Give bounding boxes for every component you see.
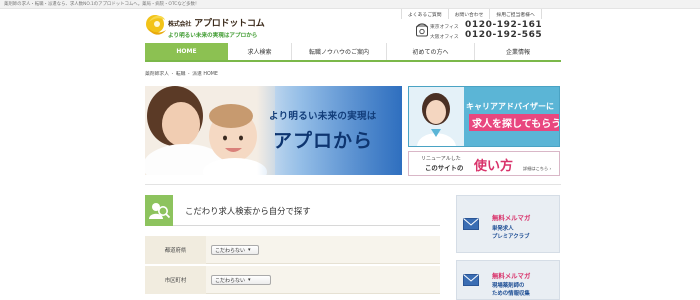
howto-details-link[interactable]: 詳細はこちら › (523, 166, 551, 172)
newsletter-line2: プレミアクラブ (492, 234, 530, 240)
nav-item-company-info[interactable]: 企業情報 (475, 43, 561, 60)
mail-icon (463, 218, 479, 230)
prefecture-select[interactable]: こだわらない ▾ (211, 245, 259, 255)
newsletter-banner[interactable]: 無料メルマガ 現場薬剤師の ための情報収集 (456, 260, 560, 300)
newsletter-line2: ための情報収集 (492, 291, 530, 297)
nav-item-career-knowhow[interactable]: 転職ノウハウのご案内 (292, 43, 387, 60)
hero-banner[interactable]: より明るい未来の実現は アプロから (145, 86, 402, 175)
office-label: 東京オフィス (430, 25, 459, 30)
breadcrumb-item[interactable]: 薬剤師求人 (145, 72, 169, 77)
nav-item-first-time[interactable]: 初めての方へ (387, 43, 475, 60)
phone-contacts: 東京オフィス 0120-192-161 大阪オフィス 0120-192-565 (416, 20, 560, 42)
nav-item-job-search[interactable]: 求人検索 (228, 43, 292, 60)
prefecture-label: 都道府県 (145, 236, 206, 264)
site-logo[interactable]: 株式会社 アプロドットコム より明るい未来の実現はアプロから (145, 12, 265, 40)
search-badge (145, 195, 173, 226)
chevron-down-icon: ▾ (248, 247, 251, 253)
phone-row-osaka: 大阪オフィス 0120-192-565 (430, 30, 560, 41)
header-link-contact[interactable]: お問い合わせ (449, 9, 491, 19)
career-advisor-banner[interactable]: キャリアアドバイザーに 求人を探してもらう (408, 86, 560, 147)
logo-name: 株式会社 アプロドットコム (168, 16, 265, 29)
hero-brand-line: アプロから (273, 130, 374, 152)
search-people-icon (149, 203, 171, 219)
top-info-text: 薬剤師の求人・転職・派遣なら、求人数NO.1のアプロドットコムへ。薬局・病院・O… (4, 2, 200, 7)
breadcrumb: 薬剤師求人・転職・派遣 HOME (145, 72, 218, 77)
telephone-icon (416, 23, 428, 37)
logo-company-name: アプロドットコム (194, 19, 265, 29)
hero-photo (145, 86, 275, 175)
phone-number[interactable]: 0120-192-161 (465, 20, 542, 30)
how-to-use-banner[interactable]: リニューアルした このサイトの 使い方 詳細はこちら › (408, 151, 560, 176)
advisor-photo (409, 87, 464, 146)
hero-headline: より明るい未来の実現は (269, 111, 377, 122)
mail-icon (463, 274, 479, 286)
nav-item-home[interactable]: HOME (145, 43, 228, 60)
phone-number[interactable]: 0120-192-565 (465, 30, 542, 40)
howto-site-label: このサイトの (425, 164, 464, 172)
newsletter-tag: 無料メルマガ (492, 214, 531, 222)
section-divider (145, 184, 561, 185)
newsletter-line1: 現場薬剤師の (492, 283, 525, 289)
city-label: 市区町村 (145, 266, 206, 294)
howto-title: 使い方 (474, 159, 514, 174)
howto-renewed-label: リニューアルした (421, 156, 461, 162)
header-link-faq[interactable]: よくあるご質問 (402, 9, 449, 19)
advisor-banner-line1: キャリアアドバイザーに (466, 102, 554, 111)
search-section-title: こだわり求人検索から自分で探す (185, 206, 311, 216)
breadcrumb-current: 派遣 HOME (192, 72, 218, 77)
chevron-down-icon: ▾ (248, 277, 251, 283)
header-links: よくあるご質問 お問い合わせ 採用ご担当者様へ (401, 9, 560, 19)
top-info-bar: 薬剤師の求人・転職・派遣なら、求人数NO.1のアプロドットコムへ。薬局・病院・O… (0, 0, 700, 9)
city-select[interactable]: こだわらない ▾ (211, 275, 271, 285)
breadcrumb-item[interactable]: 転職 (176, 72, 186, 77)
logo-prefix: 株式会社 (168, 21, 192, 28)
city-select-value: こだわらない (215, 277, 246, 284)
main-nav: HOME 求人検索 転職ノウハウのご案内 初めての方へ 企業情報 (145, 43, 561, 62)
search-section-header: こだわり求人検索から自分で探す (145, 195, 440, 226)
search-row-prefecture: 都道府県 こだわらない ▾ (145, 236, 440, 264)
prefecture-select-value: こだわらない (215, 247, 246, 254)
logo-tagline: より明るい未来の実現はアプロから (168, 33, 258, 39)
newsletter-line1: 単発求人 (492, 226, 514, 232)
advisor-banner-line2: 求人を探してもらう (469, 114, 559, 131)
search-row-city: 市区町村 こだわらない ▾ (145, 266, 440, 294)
office-label: 大阪オフィス (430, 35, 459, 40)
newsletter-banner[interactable]: 無料メルマガ 単発求人 プレミアクラブ (456, 195, 560, 253)
header-link-recruiters[interactable]: 採用ご担当者様へ (490, 9, 542, 19)
newsletter-tag: 無料メルマガ (492, 272, 531, 280)
